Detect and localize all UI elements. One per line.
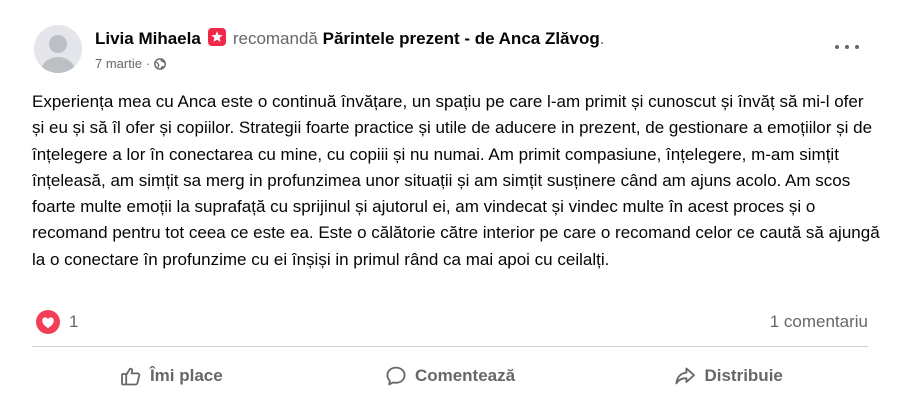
post-meta: 7 martie · bbox=[95, 56, 167, 72]
share-label: Distribuie bbox=[704, 366, 783, 385]
page-suffix: . bbox=[599, 29, 605, 48]
globe-icon bbox=[154, 58, 167, 70]
recommend-badge-icon bbox=[207, 27, 227, 47]
post-date[interactable]: 7 martie bbox=[95, 56, 142, 72]
comments-count[interactable]: 1 comentariu bbox=[770, 312, 868, 332]
thumbs-up-icon bbox=[121, 367, 141, 386]
meta-separator: · bbox=[145, 56, 151, 71]
avatar-placeholder-icon bbox=[34, 25, 82, 73]
comment-icon bbox=[386, 366, 406, 386]
reaction-count: 1 bbox=[69, 312, 79, 331]
more-options-icon[interactable] bbox=[835, 40, 859, 54]
reactions-summary[interactable]: 1 bbox=[36, 310, 78, 334]
comment-label: Comentează bbox=[414, 366, 516, 385]
action-text: recomandă bbox=[232, 29, 318, 48]
avatar[interactable] bbox=[34, 25, 82, 73]
like-label: Îmi place bbox=[149, 366, 223, 385]
post-header: Livia Mihaela recomandă Părintele prezent… bbox=[95, 27, 604, 50]
share-button[interactable]: Distribuie bbox=[589, 357, 868, 395]
action-bar: Îmi place Comentează Distribuie bbox=[32, 357, 868, 395]
comment-button[interactable]: Comentează bbox=[311, 357, 590, 395]
page-link[interactable]: Părintele prezent - de Anca Zlăvog bbox=[323, 29, 600, 48]
share-icon bbox=[675, 367, 696, 385]
author-name[interactable]: Livia Mihaela bbox=[95, 29, 201, 48]
divider bbox=[32, 346, 868, 347]
like-button[interactable]: Îmi place bbox=[32, 357, 311, 395]
post-body: Experiența mea cu Anca este o continuă î… bbox=[32, 92, 880, 269]
heart-icon bbox=[36, 310, 60, 334]
